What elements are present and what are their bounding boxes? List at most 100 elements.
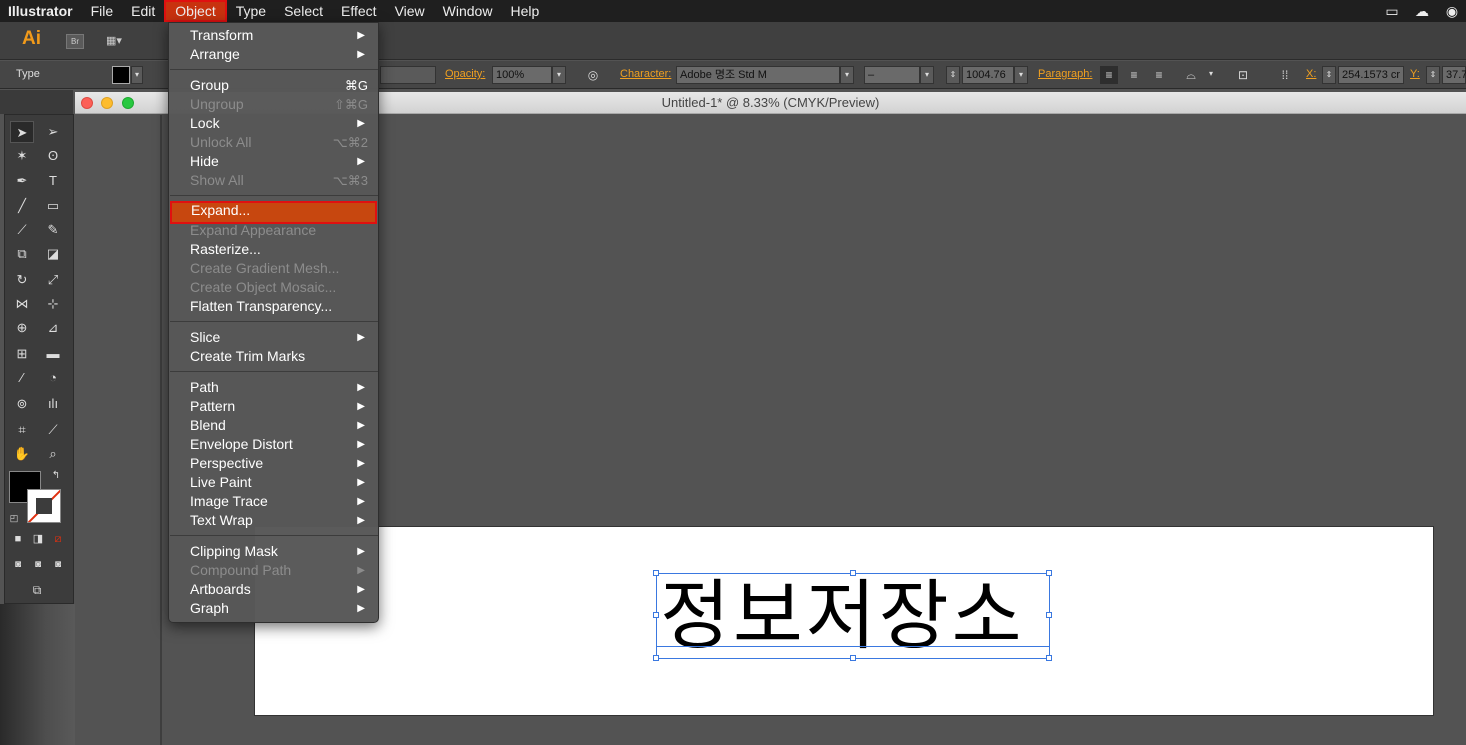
menu-help[interactable]: Help xyxy=(501,0,548,22)
default-colors-icon[interactable]: ◰ xyxy=(7,511,21,525)
slice-tool-icon[interactable]: ⟋ xyxy=(41,419,65,441)
selection-handle-top-right[interactable] xyxy=(1046,570,1052,576)
symbol-sprayer-tool-icon[interactable]: ⊚ xyxy=(10,393,34,415)
zoom-tool-icon[interactable]: ⌕ xyxy=(41,443,65,465)
rectangle-tool-icon[interactable]: ▭ xyxy=(41,195,65,217)
type-tool-icon[interactable]: T xyxy=(41,170,65,192)
font-size-input[interactable]: 1004.76 xyxy=(962,66,1014,84)
menu-item-live-paint[interactable]: Live Paint ▶ xyxy=(169,473,378,492)
paintbrush-tool-icon[interactable]: ⟋ xyxy=(10,219,34,241)
x-position-input[interactable]: 254.1573 cr xyxy=(1338,66,1404,84)
magic-wand-tool-icon[interactable]: ✶ xyxy=(10,145,34,167)
menu-item-pattern[interactable]: Pattern ▶ xyxy=(169,397,378,416)
menu-item-transform[interactable]: Transform ▶ xyxy=(169,26,378,45)
zoom-window-button[interactable] xyxy=(122,97,134,109)
selection-handle-middle-right[interactable] xyxy=(1046,612,1052,618)
chat-icon[interactable]: ◉ xyxy=(1442,2,1462,20)
mesh-tool-icon[interactable]: ⊞ xyxy=(10,343,34,365)
font-family-dropdown-icon[interactable]: ▾ xyxy=(840,66,854,84)
creative-cloud-icon[interactable]: ☁ xyxy=(1412,2,1432,20)
menu-item-clipping-mask[interactable]: Clipping Mask ▶ xyxy=(169,542,378,561)
menu-effect[interactable]: Effect xyxy=(332,0,386,22)
selection-handle-bottom-right[interactable] xyxy=(1046,655,1052,661)
gradient-mode-icon[interactable]: ◨ xyxy=(30,531,46,547)
tools-panel-header[interactable] xyxy=(0,90,73,114)
shape-builder-tool-icon[interactable]: ⊕ xyxy=(10,317,34,339)
menu-item-arrange[interactable]: Arrange ▶ xyxy=(169,45,378,64)
menu-item-flatten-transparency[interactable]: Flatten Transparency... xyxy=(169,297,378,316)
draw-normal-icon[interactable]: ◙ xyxy=(10,557,26,573)
opacity-dropdown-icon[interactable]: ▾ xyxy=(552,66,566,84)
artboard-tool-icon[interactable]: ⌗ xyxy=(10,419,34,441)
hand-tool-icon[interactable]: ✋ xyxy=(10,443,34,465)
menu-type[interactable]: Type xyxy=(227,0,275,22)
menu-select[interactable]: Select xyxy=(275,0,332,22)
menu-item-rasterize[interactable]: Rasterize... xyxy=(169,240,378,259)
rotate-tool-icon[interactable]: ↻ xyxy=(10,269,34,291)
menu-item-image-trace[interactable]: Image Trace ▶ xyxy=(169,492,378,511)
selection-handle-middle-left[interactable] xyxy=(653,612,659,618)
gradient-tool-icon[interactable]: ▬ xyxy=(41,343,65,365)
perspective-grid-tool-icon[interactable]: ⊿ xyxy=(41,317,65,339)
fill-color-swatch[interactable] xyxy=(112,66,130,84)
opacity-input[interactable]: 100% xyxy=(492,66,552,84)
menu-item-lock[interactable]: Lock ▶ xyxy=(169,114,378,133)
font-size-stepper-icon[interactable]: ⇕ xyxy=(946,66,960,84)
menu-item-group[interactable]: Group ⌘G xyxy=(169,76,378,95)
pen-tool-icon[interactable]: ✒ xyxy=(10,170,34,192)
screen-mode-icon[interactable]: ⧉ xyxy=(25,581,49,599)
close-window-button[interactable] xyxy=(81,97,93,109)
scale-tool-icon[interactable]: ⤢ xyxy=(41,269,65,291)
selection-handle-top-center[interactable] xyxy=(850,570,856,576)
menu-item-hide[interactable]: Hide ▶ xyxy=(169,152,378,171)
font-style-dropdown-icon[interactable]: ▾ xyxy=(920,66,934,84)
free-transform-tool-icon[interactable]: ⊹ xyxy=(41,293,65,315)
align-center-icon[interactable]: ≡ xyxy=(1125,66,1143,84)
menu-item-slice[interactable]: Slice ▶ xyxy=(169,328,378,347)
warp-dropdown-icon[interactable]: ▾ xyxy=(1204,66,1218,84)
eraser-tool-icon[interactable]: ◪ xyxy=(41,243,65,265)
y-stepper-icon[interactable]: ⇕ xyxy=(1426,66,1440,84)
y-position-input[interactable]: 37.7 xyxy=(1442,66,1466,84)
selection-handle-top-left[interactable] xyxy=(653,570,659,576)
stroke-swatch[interactable] xyxy=(27,489,61,523)
menu-window[interactable]: Window xyxy=(434,0,502,22)
recolor-artwork-icon[interactable]: ◎ xyxy=(584,66,602,84)
reference-point-icon[interactable]: ⁞⁞ xyxy=(1276,66,1294,84)
menu-item-graph[interactable]: Graph ▶ xyxy=(169,599,378,618)
menu-edit[interactable]: Edit xyxy=(122,0,164,22)
x-stepper-icon[interactable]: ⇕ xyxy=(1322,66,1336,84)
minimize-window-button[interactable] xyxy=(101,97,113,109)
blend-tool-icon[interactable]: ◔ xyxy=(41,367,65,389)
notification-icon[interactable]: ▭ xyxy=(1382,2,1402,20)
menu-app-illustrator[interactable]: Illustrator xyxy=(0,0,82,22)
menu-item-artboards[interactable]: Artboards ▶ xyxy=(169,580,378,599)
menu-file[interactable]: File xyxy=(82,0,123,22)
menu-item-envelope-distort[interactable]: Envelope Distort ▶ xyxy=(169,435,378,454)
none-mode-icon[interactable]: ⧄ xyxy=(50,531,66,547)
arrange-documents-icon[interactable]: ▦▾ xyxy=(106,34,134,49)
menu-object[interactable]: Object xyxy=(164,0,227,22)
direct-selection-tool-icon[interactable]: ➢ xyxy=(41,121,65,143)
selection-tool-icon[interactable]: ➤ xyxy=(10,121,34,143)
swap-fill-stroke-icon[interactable]: ↰ xyxy=(49,469,63,483)
font-family-input[interactable]: Adobe 명조 Std M xyxy=(676,66,840,84)
line-segment-tool-icon[interactable]: ╱ xyxy=(10,195,34,217)
font-style-input[interactable]: – xyxy=(864,66,920,84)
lasso-tool-icon[interactable]: ʘ xyxy=(41,145,65,167)
warp-text-icon[interactable]: ⌓ xyxy=(1182,66,1200,84)
eyedropper-tool-icon[interactable]: ⁄ xyxy=(10,367,34,389)
font-size-dropdown-icon[interactable]: ▾ xyxy=(1014,66,1028,84)
column-graph-tool-icon[interactable]: ılı xyxy=(41,393,65,415)
draw-inside-icon[interactable]: ◙ xyxy=(50,557,66,573)
menu-item-create-trim-marks[interactable]: Create Trim Marks xyxy=(169,347,378,366)
pencil-tool-icon[interactable]: ✎ xyxy=(41,219,65,241)
selection-handle-bottom-left[interactable] xyxy=(653,655,659,661)
selection-handle-bottom-center[interactable] xyxy=(850,655,856,661)
menu-item-blend[interactable]: Blend ▶ xyxy=(169,416,378,435)
transform-reference-icon[interactable]: ⊡ xyxy=(1234,66,1252,84)
x-label[interactable]: X: xyxy=(1306,68,1316,80)
color-mode-icon[interactable]: ■ xyxy=(10,531,26,547)
menu-item-perspective[interactable]: Perspective ▶ xyxy=(169,454,378,473)
opacity-label[interactable]: Opacity: xyxy=(445,68,485,80)
